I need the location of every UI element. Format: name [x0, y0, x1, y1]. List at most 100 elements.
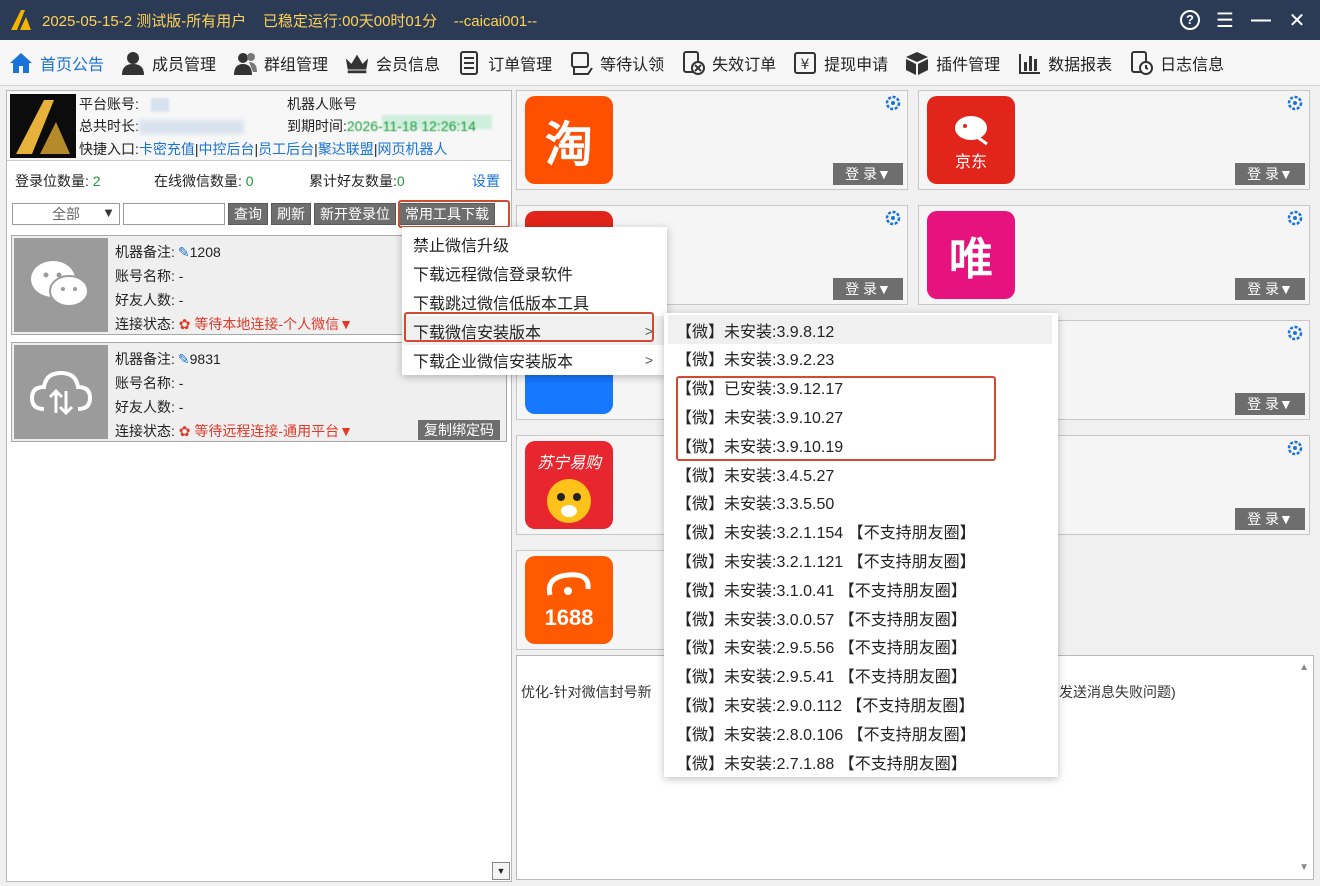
login-slots-label: 登录位数量: — [15, 173, 89, 189]
tab-withdraw[interactable]: ¥ 提现申请 — [784, 40, 896, 86]
copy-bind-code-button[interactable]: 复制绑定码 — [418, 420, 500, 440]
link-card-recharge[interactable]: 卡密充值 — [139, 141, 195, 157]
login-button[interactable]: 登 录▼ — [1235, 508, 1305, 530]
menu-item-wechat-version[interactable]: 【微】未安装:2.9.5.41 【不支持朋友圈】 — [676, 661, 967, 690]
settings-link[interactable]: 设置 — [472, 171, 500, 191]
connection-status-value[interactable]: 等待远程连接-通用平台 — [194, 423, 339, 439]
link-web-robot[interactable]: 网页机器人 — [377, 141, 447, 157]
menu-icon[interactable]: ☰ — [1214, 8, 1236, 33]
menu-item-wechat-version[interactable]: 【微】未安装:2.7.1.88 【不支持朋友圈】 — [676, 747, 967, 776]
notice-text-right: 发送消息失败问题) — [1059, 684, 1176, 700]
tab-reports[interactable]: 数据报表 — [1008, 40, 1120, 86]
menu-item-wechat-version[interactable]: 【微】未安装:3.2.1.154 【不支持朋友圈】 — [676, 517, 976, 546]
highlight-wechat-versions — [404, 312, 654, 342]
tab-label: 成员管理 — [152, 56, 217, 74]
connection-status-value[interactable]: 等待本地连接-个人微信 — [194, 316, 339, 332]
connection-status-label: 连接状态: — [115, 423, 175, 439]
link-broken-icon: ✿ — [178, 423, 191, 439]
app-card-taobao: 淘 登 录▼ — [516, 90, 908, 190]
search-input[interactable] — [123, 203, 225, 225]
tab-groups[interactable]: 群组管理 — [224, 40, 336, 86]
query-button[interactable]: 查询 — [228, 203, 268, 225]
app-card-vipshop: 唯 登 录▼ — [918, 205, 1310, 305]
connection-status-label: 连接状态: — [115, 316, 175, 332]
menu-item-download-wecom-versions[interactable]: 下载企业微信安装版本 > — [402, 345, 667, 374]
account-info: 平台账号: 机器人账号 总共时长: 到期时间:2026-11-18 12:26:… — [7, 91, 511, 161]
edit-icon[interactable]: ✎ — [178, 244, 190, 260]
tab-label: 首页公告 — [40, 56, 105, 74]
chevron-down-icon[interactable]: ▼ — [339, 423, 353, 439]
login-button[interactable]: 登 录▼ — [1235, 163, 1305, 185]
menu-item-download-remote-login[interactable]: 下载远程微信登录软件 — [413, 258, 573, 287]
edit-icon[interactable]: ✎ — [178, 351, 190, 367]
platform-logo — [10, 94, 76, 158]
cube-icon — [904, 50, 930, 76]
link-broken-icon: ✿ — [178, 316, 191, 332]
login-button[interactable]: 登 录▼ — [1235, 393, 1305, 415]
hand-icon — [568, 50, 594, 76]
menu-item-wechat-version[interactable]: 【微】未安装:2.8.0.106 【不支持朋友圈】 — [676, 718, 976, 747]
menu-item-disable-upgrade[interactable]: 禁止微信升级 — [413, 229, 509, 258]
online-wechat-label: 在线微信数量: — [154, 173, 242, 189]
link-staff-backend[interactable]: 员工后台 — [258, 141, 314, 157]
chevron-down-icon[interactable]: ▼ — [339, 316, 353, 332]
new-login-slot-button[interactable]: 新开登录位 — [314, 203, 396, 225]
total-time-value — [138, 120, 244, 135]
refresh-button[interactable]: 刷新 — [271, 203, 311, 225]
menu-item-wechat-version[interactable]: 【微】未安装:2.9.0.112 【不支持朋友圈】 — [676, 689, 974, 718]
app-card-jd: 京东 登 录▼ — [918, 90, 1310, 190]
menu-item-wechat-version[interactable]: 【微】未安装:3.9.2.23 — [676, 344, 834, 373]
menu-item-wechat-version[interactable]: 【微】未安装:3.9.8.12 — [676, 315, 834, 344]
tools-dropdown-menu: 禁止微信升级 下载远程微信登录软件 下载跳过微信低版本工具 下载微信安装版本 >… — [402, 227, 667, 375]
gear-icon[interactable] — [1287, 210, 1303, 226]
filter-select[interactable]: 全部 ▼ — [12, 203, 120, 225]
menu-item-wechat-version[interactable]: 【微】未安装:3.4.5.27 — [676, 459, 834, 488]
scroll-down-arrow[interactable]: ▼ — [492, 862, 510, 880]
withdraw-icon: ¥ — [792, 50, 818, 76]
gear-icon[interactable] — [1287, 95, 1303, 111]
link-control-backend[interactable]: 中控后台 — [199, 141, 255, 157]
gear-icon[interactable] — [885, 210, 901, 226]
tab-member-info[interactable]: 会员信息 — [336, 40, 448, 86]
tab-label: 等待认领 — [600, 56, 665, 74]
login-button[interactable]: 登 录▼ — [833, 163, 903, 185]
login-slots-count: 2 — [92, 173, 101, 189]
invalid-order-icon — [680, 50, 706, 76]
link-juda-alliance[interactable]: 聚达联盟 — [318, 141, 374, 157]
tab-orders[interactable]: 订单管理 — [448, 40, 560, 86]
gear-icon[interactable] — [1287, 440, 1303, 456]
friends-count-label: 好友人数: — [115, 292, 175, 308]
remark-label: 机器备注: — [115, 244, 175, 260]
scroll-down-arrow[interactable]: ▼ — [1299, 862, 1309, 873]
tab-plugins[interactable]: 插件管理 — [896, 40, 1008, 86]
minimize-button[interactable]: — — [1250, 9, 1272, 32]
user-icon — [120, 50, 146, 76]
login-button[interactable]: 登 录▼ — [1235, 278, 1305, 300]
menu-item-wechat-version[interactable]: 【微】未安装:2.9.5.56 【不支持朋友圈】 — [676, 632, 967, 661]
menu-item-wechat-version[interactable]: 【微】未安装:3.2.1.121 【不支持朋友圈】 — [676, 545, 976, 574]
tab-label: 失效订单 — [712, 56, 777, 74]
remark-value: 1208 — [189, 244, 221, 260]
cloud-icon — [14, 345, 108, 439]
gear-icon[interactable] — [885, 95, 901, 111]
suning-logo: 苏宁易购 — [525, 441, 613, 529]
tab-home-notice[interactable]: 首页公告 — [0, 40, 112, 86]
friends-count-value: - — [178, 399, 184, 415]
scroll-up-arrow[interactable]: ▲ — [1299, 662, 1309, 673]
main-nav: 首页公告 成员管理 群组管理 会员信息 订单管理 等待认领 失效订单 ¥ 提现申… — [0, 40, 1320, 86]
menu-item-wechat-version[interactable]: 【微】未安装:3.0.0.57 【不支持朋友圈】 — [676, 603, 967, 632]
menu-item-wechat-version[interactable]: 【微】未安装:3.3.5.50 — [676, 488, 834, 517]
menu-item-wechat-version[interactable]: 【微】未安装:3.1.0.41 【不支持朋友圈】 — [676, 574, 967, 603]
account-name-value: - — [178, 268, 184, 284]
tab-waiting-claim[interactable]: 等待认领 — [560, 40, 672, 86]
close-button[interactable]: ✕ — [1286, 8, 1308, 33]
taobao-logo: 淘 — [525, 96, 613, 184]
tab-members[interactable]: 成员管理 — [112, 40, 224, 86]
tab-logs[interactable]: 日志信息 — [1120, 40, 1232, 86]
expire-value: 2026-11-18 12:26:14 — [346, 118, 476, 134]
login-button[interactable]: 登 录▼ — [833, 278, 903, 300]
friends-count-label: 好友人数: — [115, 399, 175, 415]
help-icon[interactable]: ? — [1180, 10, 1200, 30]
tab-invalid-orders[interactable]: 失效订单 — [672, 40, 784, 86]
gear-icon[interactable] — [1287, 325, 1303, 341]
